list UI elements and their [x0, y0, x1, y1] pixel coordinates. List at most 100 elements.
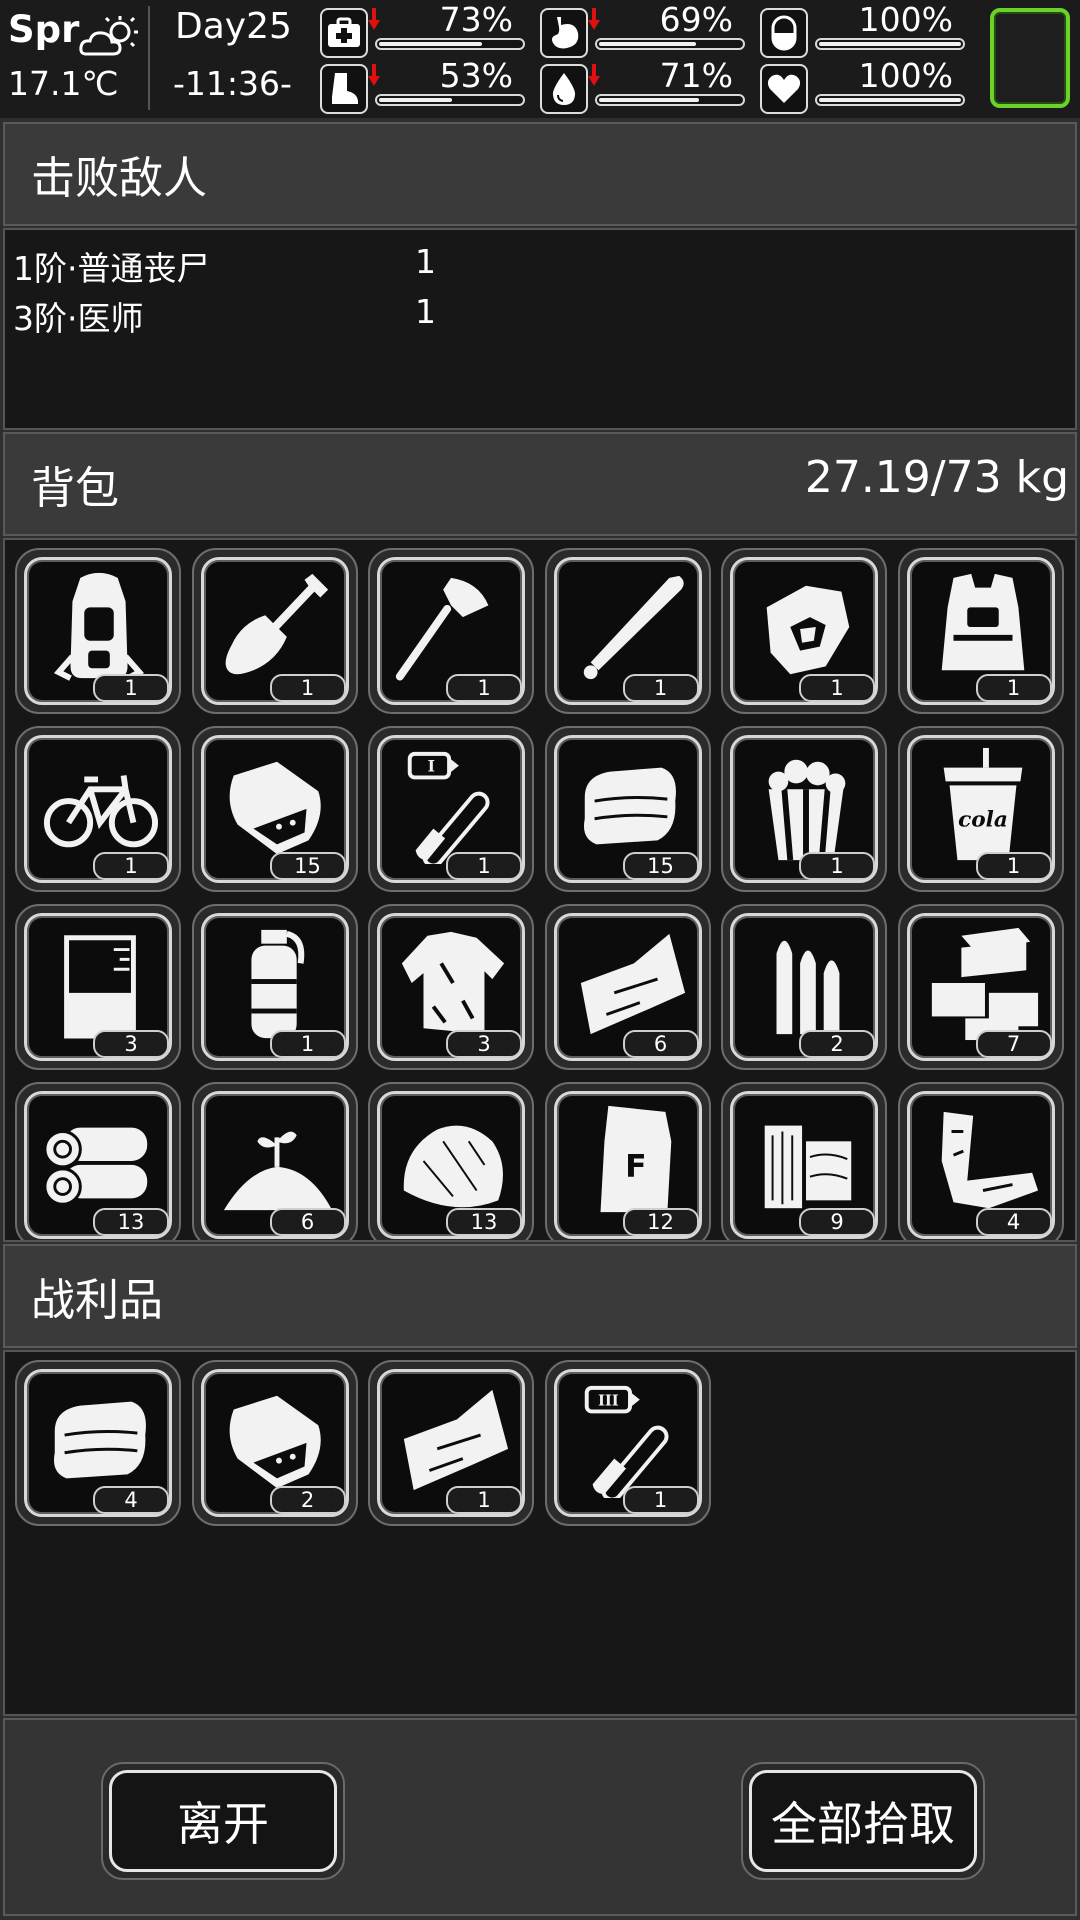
- gloves-icon: [766, 585, 850, 675]
- beaker-icon: [64, 935, 136, 1039]
- item-slot[interactable]: 2: [191, 1360, 358, 1526]
- svg-text:III: III: [598, 1393, 619, 1410]
- enemies-panel: 1阶·普通丧尸 1 3阶·医师 1: [3, 228, 1077, 430]
- medkit-icon: [320, 8, 368, 58]
- svg-text:F: F: [625, 1149, 647, 1185]
- backpack-icon: [53, 572, 145, 681]
- item-slot[interactable]: 13: [368, 1082, 534, 1240]
- item-count-badge: 6: [269, 1208, 346, 1236]
- item-count-badge: 1: [269, 1030, 346, 1058]
- foot-icon: [320, 64, 368, 114]
- loot-title: 战利品: [31, 1275, 163, 1326]
- item-slot[interactable]: 2: [721, 904, 887, 1070]
- item-slot[interactable]: F 12: [544, 1082, 711, 1240]
- fabric-sheet-icon: [580, 933, 685, 1035]
- temperature-label: 17.1℃: [8, 64, 119, 103]
- item-slot[interactable]: I1: [368, 726, 534, 892]
- clock-label: -11:36-: [173, 64, 292, 103]
- loot-grid[interactable]: 4 2 1 III 1: [3, 1350, 1077, 1716]
- backpack-title: 背包: [31, 463, 119, 514]
- item-slot[interactable]: 1: [721, 726, 887, 892]
- cloth-icon: [53, 1401, 146, 1479]
- item-slot[interactable]: 1: [897, 548, 1064, 714]
- stat-sleep[interactable]: 100%: [760, 0, 975, 58]
- cola-cup-icon: cola: [943, 747, 1022, 861]
- item-slot[interactable]: 1: [368, 548, 534, 714]
- item-count-badge: 1: [93, 674, 169, 702]
- item-count-badge: 9: [799, 1208, 875, 1236]
- fabric-sheet-icon: [403, 1389, 509, 1491]
- stat-value: 100%: [858, 56, 953, 95]
- item-slot[interactable]: 1: [191, 548, 358, 714]
- item-count-badge: 13: [93, 1208, 169, 1236]
- stat-mood[interactable]: 100%: [760, 56, 975, 114]
- stat-thirst[interactable]: 71%: [540, 56, 755, 114]
- scrap-metal-icon: [941, 1111, 1038, 1209]
- item-count-badge: 2: [799, 1030, 875, 1058]
- bicycle-icon: [43, 775, 159, 848]
- enemy-name: 3阶·医师: [13, 299, 144, 338]
- stat-health[interactable]: 73%: [320, 0, 535, 58]
- stat-bar: [595, 94, 745, 106]
- item-slot[interactable]: 15: [544, 726, 711, 892]
- item-slot[interactable]: 6: [544, 904, 711, 1070]
- item-slot[interactable]: 1: [368, 1360, 534, 1526]
- item-slot[interactable]: cola 1: [897, 726, 1064, 892]
- test-tube-i-icon: I: [407, 751, 490, 864]
- item-slot[interactable]: 1: [721, 548, 887, 714]
- item-slot[interactable]: 3: [368, 904, 534, 1070]
- loot-header: 战利品: [3, 1244, 1077, 1348]
- item-count-badge: 1: [269, 674, 346, 702]
- bricks-icon: [931, 927, 1038, 1041]
- backpack-grid[interactable]: 1 1 1 1 1 1 1 15 I 1 15 1 cola 1 3 1 3 6 2 7 13 6 13 F 12 9 4: [3, 538, 1077, 1242]
- logs-icon: [43, 1127, 148, 1206]
- stat-stamina[interactable]: 53%: [320, 56, 535, 114]
- item-count-badge: 1: [622, 674, 699, 702]
- partly-cloudy-icon: [79, 16, 138, 56]
- capsule-icon: [760, 8, 808, 58]
- test-tube-iii-icon: III: [584, 1385, 668, 1498]
- item-slot[interactable]: 9: [721, 1082, 887, 1240]
- item-slot[interactable]: 6: [191, 1082, 358, 1240]
- stat-hunger[interactable]: 69%: [540, 0, 755, 58]
- item-slot[interactable]: 1: [191, 904, 358, 1070]
- enemy-name: 1阶·普通丧尸: [13, 249, 210, 288]
- enemies-header: 击败敌人: [3, 122, 1077, 226]
- season-label: Spr: [8, 8, 80, 51]
- item-slot[interactable]: III 1: [544, 1360, 711, 1526]
- armor-vest-icon: [941, 573, 1024, 671]
- enemies-title: 击败敌人: [31, 153, 207, 204]
- item-count-badge: 1: [799, 852, 875, 880]
- seedling-soil-icon: [223, 1131, 332, 1211]
- item-count-badge: 1: [446, 852, 522, 880]
- item-slot[interactable]: 1: [544, 548, 711, 714]
- stat-bar: [815, 94, 965, 106]
- item-count-badge: 15: [622, 852, 699, 880]
- item-count-badge: 6: [622, 1030, 699, 1058]
- take-all-button[interactable]: 全部拾取: [741, 1762, 985, 1880]
- equipped-slot[interactable]: [990, 8, 1070, 108]
- item-slot[interactable]: 15: [191, 726, 358, 892]
- item-slot[interactable]: 13: [15, 1082, 181, 1240]
- stat-bar: [375, 38, 525, 50]
- food-bag-icon: [229, 1395, 321, 1489]
- item-slot[interactable]: 4: [897, 1082, 1064, 1240]
- take-all-button-label: 全部拾取: [749, 1770, 977, 1872]
- item-slot[interactable]: 1: [15, 726, 181, 892]
- item-count-badge: 1: [446, 1486, 522, 1514]
- stat-value: 100%: [858, 0, 953, 39]
- item-slot[interactable]: 3: [15, 904, 181, 1070]
- item-slot[interactable]: 4: [15, 1360, 181, 1526]
- item-count-badge: 1: [975, 852, 1052, 880]
- item-count-badge: 15: [269, 852, 346, 880]
- item-slot[interactable]: 7: [897, 904, 1064, 1070]
- leave-button[interactable]: 离开: [101, 1762, 345, 1880]
- item-count-badge: 1: [446, 674, 522, 702]
- svg-text:I: I: [428, 757, 435, 776]
- item-count-badge: 1: [93, 852, 169, 880]
- item-slot[interactable]: 1: [15, 548, 181, 714]
- popcorn-icon: [768, 759, 846, 861]
- backpack-header: 背包 27.19/73 kg: [3, 432, 1077, 536]
- bullets-icon: [776, 940, 840, 1035]
- food-bag-icon: [229, 761, 321, 855]
